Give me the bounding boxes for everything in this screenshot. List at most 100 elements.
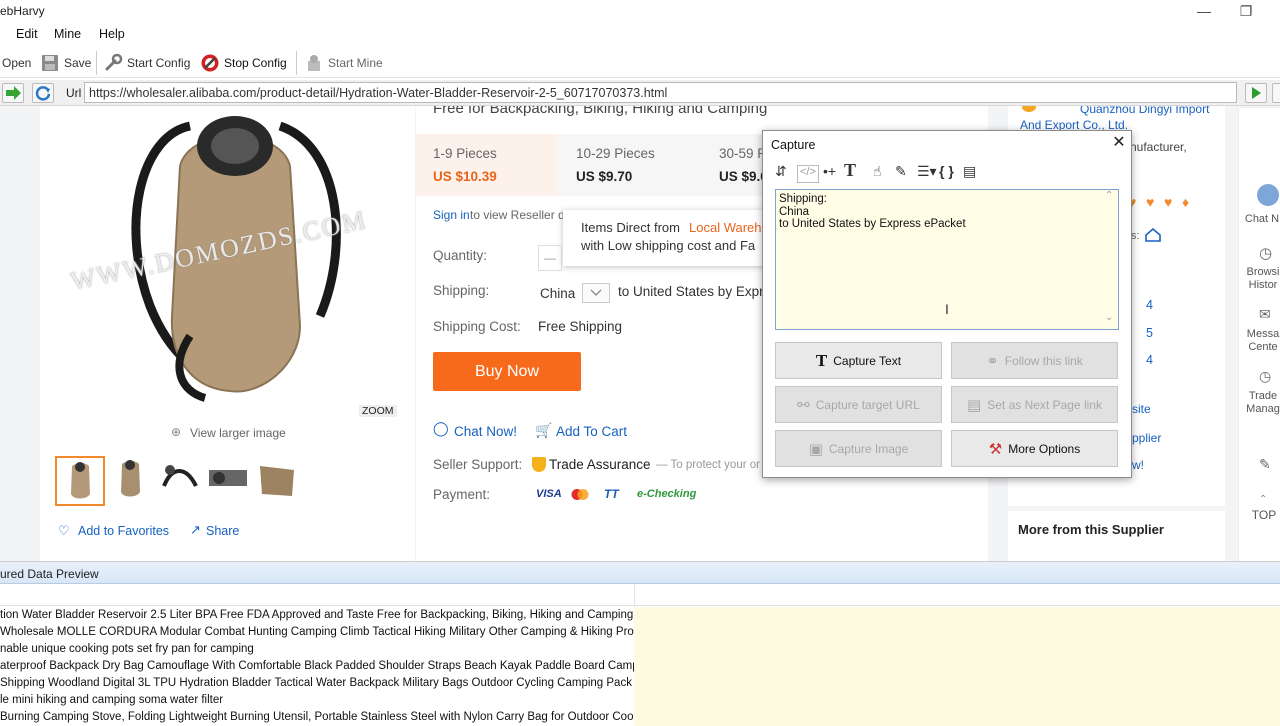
preview-title: ured Data Preview: [0, 567, 99, 581]
chat-now-supplier-link[interactable]: w!: [1132, 458, 1144, 472]
scroll-down-icon[interactable]: ⌄: [1105, 312, 1113, 323]
text-icon: T: [815, 350, 828, 370]
tooltip-line1-a: Items Direct from: [581, 220, 680, 235]
thumbnail-2[interactable]: [107, 456, 155, 506]
expand-selection-icon[interactable]: ⇵: [775, 163, 787, 181]
sidebar-item-trade[interactable]: Trade Manag: [1245, 390, 1280, 416]
page-icon[interactable]: ▤: [963, 163, 976, 181]
go-button[interactable]: [2, 83, 24, 103]
table-row[interactable]: nable unique cooking pots set fry pan fo…: [0, 641, 634, 658]
braces-icon[interactable]: { }: [939, 163, 954, 181]
sidebar-item-chat[interactable]: Chat N: [1241, 213, 1280, 226]
tier-1-price: US $10.39: [433, 169, 497, 184]
stat-3: 4: [1146, 353, 1153, 367]
stop-config-button[interactable]: Stop Config: [200, 53, 287, 73]
scroll-up-icon[interactable]: ⌃: [1105, 190, 1113, 201]
table-row[interactable]: Shipping Woodland Digital 3L TPU Hydrati…: [0, 675, 634, 692]
trade-assurance-note: — To protect your or: [656, 459, 760, 471]
capture-image-label: Capture Image: [828, 441, 909, 456]
table-row-fill: [634, 692, 1280, 709]
chevron-up-icon: ⌃: [1259, 494, 1268, 505]
quantity-minus: —: [544, 251, 556, 265]
start-config-button[interactable]: Start Config: [103, 53, 190, 73]
close-icon[interactable]: ✕: [1110, 134, 1128, 152]
refresh-button[interactable]: [32, 83, 54, 103]
thumbnail-4[interactable]: [205, 456, 253, 506]
save-button[interactable]: Save: [40, 53, 91, 73]
table-row-fill: [634, 607, 1280, 624]
table-row-fill: [634, 641, 1280, 658]
message-icon: ✉: [1259, 306, 1271, 322]
sidebar-item-history[interactable]: Browsi Histor: [1245, 266, 1280, 292]
set-next-page-button[interactable]: ▤ Set as Next Page link: [951, 386, 1118, 423]
buy-now-button[interactable]: Buy Now: [433, 352, 581, 391]
hand-pointer-icon[interactable]: ☝: [873, 163, 882, 181]
table-row-fill: [634, 675, 1280, 692]
capture-image-button[interactable]: ▣ Capture Image: [775, 430, 942, 467]
capture-dialog: Capture ✕ ⇵ </> •+ T ☝ ✎ ☰▾ { } ▤ Shippi…: [762, 130, 1132, 478]
start-config-label: Start Config: [127, 56, 191, 70]
supplier-name-line1[interactable]: Quanzhou Dingyi Import: [1080, 106, 1209, 116]
captured-line-1: Shipping:: [779, 193, 827, 205]
run-button[interactable]: [1245, 83, 1267, 103]
thumbnail-5[interactable]: [254, 456, 302, 506]
shipping-dropdown[interactable]: [582, 283, 610, 303]
back-to-top-button[interactable]: TOP: [1243, 509, 1280, 522]
capture-text-button[interactable]: T Capture Text: [775, 342, 942, 379]
supplier-site-link[interactable]: site: [1132, 402, 1151, 416]
more-options-label: More Options: [1008, 441, 1081, 456]
follow-link-button[interactable]: ⚭ Follow this link: [951, 342, 1118, 379]
tooltip-line1-b: Local Wareh: [689, 220, 762, 235]
arrow-right-icon: [6, 86, 21, 100]
table-row[interactable]: Wholesale MOLLE CORDURA Modular Combat H…: [0, 624, 634, 641]
sidebar-item-messages[interactable]: Messa Cente: [1245, 328, 1280, 354]
shipping-label: Shipping:: [433, 283, 490, 298]
restore-icon[interactable]: ❐: [1236, 2, 1256, 20]
textarea-scrollbar[interactable]: ⌃ ⌄: [1102, 190, 1118, 329]
thumbnail-1[interactable]: [55, 456, 105, 506]
preview-column-header: [0, 584, 1280, 606]
table-row[interactable]: aterproof Backpack Dry Bag Camouflage Wi…: [0, 658, 634, 675]
heart-icon: ♦: [1182, 194, 1190, 210]
capture-text-label: Capture Text: [833, 353, 902, 368]
table-row[interactable]: tion Water Bladder Reservoir 2.5 Liter B…: [0, 607, 634, 624]
history-icon: ◷: [1259, 245, 1273, 262]
trade-assurance-text: Trade Assurance: [549, 457, 651, 472]
miner-icon: [308, 55, 320, 71]
menu-edit[interactable]: Edit: [16, 27, 38, 41]
quantity-decrease-button[interactable]: —: [538, 245, 562, 271]
pencil-icon[interactable]: ✎: [895, 163, 907, 181]
table-row[interactable]: Burning Camping Stove, Folding Lightweig…: [0, 709, 634, 726]
share-link[interactable]: Share: [206, 524, 239, 538]
menu-mine[interactable]: Mine: [54, 27, 81, 41]
tier-3-price: US $9.6: [719, 169, 768, 184]
url-input[interactable]: https://wholesaler.alibaba.com/product-d…: [84, 82, 1237, 103]
view-larger-link[interactable]: View larger image: [190, 426, 286, 440]
cart-icon: 🛒: [535, 422, 553, 438]
text-icon[interactable]: T: [844, 160, 856, 180]
add-field-icon[interactable]: •+: [823, 163, 836, 181]
thumbnail-3[interactable]: [156, 456, 204, 506]
minimize-icon[interactable]: —: [1194, 2, 1214, 20]
table-row[interactable]: le mini hiking and camping soma water fi…: [0, 692, 634, 709]
add-favorites-link[interactable]: Add to Favorites: [78, 524, 169, 538]
menu-help[interactable]: Help: [99, 27, 125, 41]
start-mine-button[interactable]: Start Mine: [304, 53, 383, 73]
html-view-icon[interactable]: </>: [797, 165, 819, 183]
stat-2: 5: [1146, 326, 1153, 340]
add-to-cart-link[interactable]: Add To Cart: [556, 424, 627, 439]
product-subtitle: Free for Backpacking, Biking, Hiking and…: [433, 106, 768, 117]
more-options-button[interactable]: ⚒ More Options: [951, 430, 1118, 467]
link-icon: ⚭: [986, 352, 999, 370]
save-label: Save: [64, 56, 92, 70]
contact-supplier-link[interactable]: pplier: [1132, 431, 1161, 445]
sign-in-link[interactable]: Sign in: [433, 208, 470, 222]
chat-now-link[interactable]: Chat Now!: [454, 424, 517, 439]
echecking-badge: e-Checking: [637, 488, 697, 500]
extra-button[interactable]: [1272, 83, 1280, 103]
open-button[interactable]: Open: [2, 53, 31, 73]
capture-target-url-button[interactable]: ⚯ Capture target URL: [775, 386, 942, 423]
chat-avatar-icon[interactable]: [1257, 184, 1279, 206]
list-options-icon[interactable]: ☰▾: [917, 163, 937, 181]
captured-data-preview: ured Data Preview tion Water Bladder Res…: [0, 561, 1280, 726]
